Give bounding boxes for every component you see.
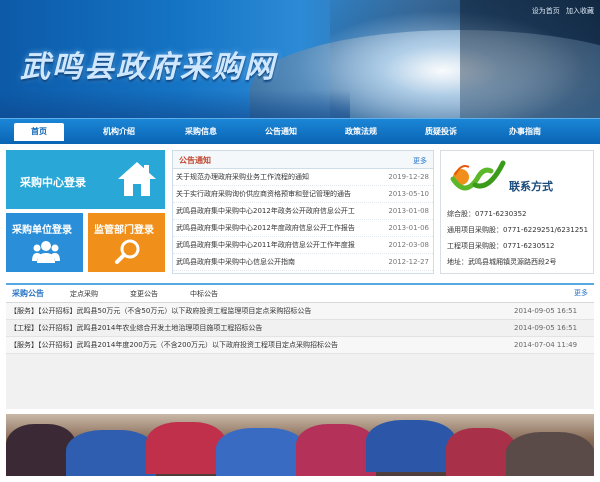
center-login-tile[interactable]: 采购中心登录 — [6, 150, 165, 209]
notice-row-title: 武鸣县政府集中采购中心2012年政务公开政府信息公开工 — [176, 207, 355, 215]
add-favorite-link[interactable]: 加入收藏 — [566, 7, 594, 15]
dept-login-label: 监管部门登录 — [94, 225, 154, 236]
contact-logo-icon — [450, 160, 506, 191]
photo-figure — [366, 420, 456, 472]
tab-designated-procurement[interactable]: 定点采购 — [70, 289, 98, 299]
procurement-row[interactable]: 【工程】【公开招标】武鸣县2014年农业综合开发土地治理项目施项工程招标公告 20… — [6, 320, 594, 337]
nav-item-procurement-info[interactable]: 采购信息 — [170, 124, 232, 140]
procurement-row-date: 2014-09-05 16:51 — [514, 324, 578, 332]
notice-row[interactable]: 武鸣县政府集中采购中心2012年度政府信息公开工作报告 2013-01-06 — [173, 220, 433, 237]
procurement-row[interactable]: 【服务】【公开招标】武鸣县50万元（不含50万元）以下政府投资工程监理项目定点采… — [6, 303, 594, 320]
contact-panel: 联系方式 综合股：0771-6230352 通用项目采购股：0771-62292… — [440, 150, 594, 274]
contact-line: 通用项目采购股：0771-6229251/6231251 — [447, 226, 589, 234]
procurement-row[interactable]: 【服务】【公开招标】武鸣县2014年度200万元（不含200万元）以下政府投资工… — [6, 337, 594, 354]
contact-line: 地址：武鸣县城厢镇灵源路西段2号 — [447, 258, 557, 266]
notice-row-title: 关于规范办理政府采购业务工作流程的通知 — [176, 173, 309, 181]
notice-title: 公告通知 — [179, 156, 211, 165]
header-banner: 武鸣县政府采购网 设为首页 加入收藏 — [0, 0, 600, 118]
procurement-row-date: 2014-07-04 11:49 — [514, 341, 578, 349]
nav-item-guide[interactable]: 办事指南 — [494, 124, 556, 140]
tab-award-notice[interactable]: 中标公告 — [190, 289, 218, 299]
banner-water — [0, 90, 350, 118]
procurement-panel: 采购公告 定点采购 变更公告 中标公告 更多 【服务】【公开招标】武鸣县50万元… — [6, 283, 594, 409]
procurement-row-date: 2014-09-05 16:51 — [514, 307, 578, 315]
notice-row-title: 武鸣县政府集中采购中心2011年政府信息公开工作年度报 — [176, 241, 355, 249]
procurement-row-title: 【工程】【公开招标】武鸣县2014年农业综合开发土地治理项目施项工程招标公告 — [10, 324, 263, 332]
procurement-tabs: 采购公告 定点采购 变更公告 中标公告 更多 — [6, 285, 594, 303]
photo-figure — [216, 428, 306, 476]
notice-row[interactable]: 关于实行政府采购询价供应商资格预审和登记管理的通告 2013-05-10 — [173, 186, 433, 203]
notice-row[interactable]: 武鸣县政府集中采购中心2012年政务公开政府信息公开工 2013-01-08 — [173, 203, 433, 220]
contact-line: 综合股：0771-6230352 — [447, 210, 527, 218]
banner-shadow — [460, 0, 600, 118]
notice-row[interactable]: 武鸣县政府集中采购中心2011年政府信息公开工作年度报 2012-03-08 — [173, 237, 433, 254]
house-icon — [118, 162, 156, 196]
notice-row-date: 2012-12-27 — [388, 258, 429, 266]
notice-header: 公告通知 更多 — [173, 151, 433, 169]
notice-row-date: 2019-12-28 — [388, 173, 429, 181]
main-nav: 首页 机构介绍 采购信息 公告通知 政策法规 质疑投诉 办事指南 — [0, 118, 600, 144]
notice-more-link[interactable]: 更多 — [413, 156, 427, 166]
photo-figure — [146, 422, 226, 474]
site-title: 武鸣县政府采购网 — [20, 50, 276, 85]
nav-item-home[interactable]: 首页 — [14, 123, 64, 141]
magnifier-icon — [115, 239, 140, 264]
nav-item-notices[interactable]: 公告通知 — [250, 124, 312, 140]
notice-panel: 公告通知 更多 关于规范办理政府采购业务工作流程的通知 2019-12-28 关于… — [172, 150, 434, 274]
unit-login-tile[interactable]: 采购单位登录 — [6, 213, 83, 272]
notice-row-title: 武鸣县政府集中采购中心信息公开指南 — [176, 258, 295, 266]
notice-row-date: 2013-05-10 — [388, 190, 429, 198]
notice-row-title: 武鸣县政府集中采购中心2012年度政府信息公开工作报告 — [176, 224, 355, 232]
notice-row-date: 2013-01-08 — [388, 207, 429, 215]
nav-item-policies[interactable]: 政策法规 — [330, 124, 392, 140]
procurement-row-title: 【服务】【公开招标】武鸣县50万元（不含50万元）以下政府投资工程监理项目定点采… — [10, 307, 312, 315]
tab-change-notice[interactable]: 变更公告 — [130, 289, 158, 299]
procurement-list: 【服务】【公开招标】武鸣县50万元（不含50万元）以下政府投资工程监理项目定点采… — [6, 303, 594, 354]
contact-line: 工程项目采购股：0771-6230512 — [447, 242, 555, 250]
nav-item-complaints[interactable]: 质疑投诉 — [410, 124, 472, 140]
center-login-label: 采购中心登录 — [20, 176, 86, 189]
top-links: 设为首页 加入收藏 — [528, 6, 594, 16]
tab-procurement-notice[interactable]: 采购公告 — [12, 288, 44, 299]
procurement-row-title: 【服务】【公开招标】武鸣县2014年度200万元（不含200万元）以下政府投资工… — [10, 341, 339, 349]
notice-row-date: 2013-01-06 — [388, 224, 429, 232]
photo-figure — [296, 424, 376, 476]
unit-login-label: 采购单位登录 — [12, 225, 72, 236]
nav-item-about[interactable]: 机构介绍 — [88, 124, 150, 140]
cultural-photo-banner — [6, 414, 594, 476]
photo-figure — [66, 430, 156, 476]
set-homepage-link[interactable]: 设为首页 — [532, 7, 560, 15]
dept-login-tile[interactable]: 监管部门登录 — [88, 213, 165, 272]
procurement-more-link[interactable]: 更多 — [574, 288, 588, 298]
contact-title: 联系方式 — [509, 180, 553, 193]
notice-row-title: 关于实行政府采购询价供应商资格预审和登记管理的通告 — [176, 190, 351, 198]
notice-row[interactable]: 武鸣县政府集中采购中心信息公开指南 2012-12-27 — [173, 254, 433, 271]
notice-row[interactable]: 关于规范办理政府采购业务工作流程的通知 2019-12-28 — [173, 169, 433, 186]
users-icon — [32, 241, 60, 263]
notice-row-date: 2012-03-08 — [388, 241, 429, 249]
photo-figure — [506, 432, 594, 476]
